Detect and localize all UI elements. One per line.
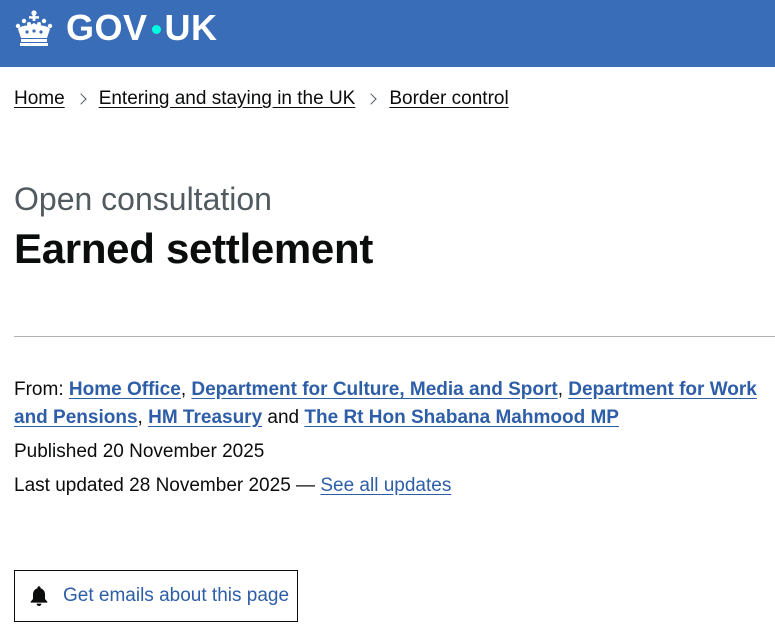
site-header: GOV UK [0,0,775,67]
org-link-hm-treasury[interactable]: HM Treasury [148,407,262,428]
published-label: Published [14,441,98,462]
govuk-logo-link[interactable]: GOV UK [14,8,218,48]
wordmark-uk: UK [164,7,218,48]
wordmark-gov: GOV [66,7,148,48]
get-emails-label: Get emails about this page [63,585,290,606]
breadcrumb-home[interactable]: Home [14,86,65,112]
separator-comma: , [557,379,563,400]
org-link-dcms[interactable]: Department for Culture, Media and Sport [191,379,557,400]
org-link-home-office[interactable]: Home Office [69,379,181,400]
chevron-right-icon [365,93,378,105]
govuk-wordmark: GOV UK [66,8,218,48]
section-divider [14,336,775,337]
see-all-updates-link[interactable]: See all updates [320,475,451,496]
breadcrumb: Home Entering and staying in the UK Bord… [14,86,509,112]
updated-date: 28 November 2025 [129,475,291,496]
bell-icon [30,586,48,606]
metadata: From: Home Office, Department for Cultur… [14,376,769,506]
updated-label: Last updated [14,475,124,496]
from-label: From: [14,379,64,400]
chevron-right-icon [75,93,87,105]
breadcrumb-entering-staying[interactable]: Entering and staying in the UK [99,86,356,112]
separator-comma: , [180,379,187,400]
wordmark-dot [151,24,161,34]
page-title: Earned settlement [14,225,374,272]
page-caption: Open consultation [14,181,272,217]
crown-icon [15,10,53,46]
updated-row: Last updated 28 November 2025 — See all … [14,472,769,500]
breadcrumb-border-control[interactable]: Border control [389,86,508,112]
org-link-shabana-mahmood[interactable]: The Rt Hon Shabana Mahmood MP [304,407,619,428]
from-row: From: Home Office, Department for Cultur… [14,376,769,432]
separator-and: and [267,407,300,428]
updated-dash: — [296,475,316,496]
separator-comma: , [137,407,143,428]
published-date: 20 November 2025 [102,441,265,462]
published-row: Published 20 November 2025 [14,438,769,466]
get-emails-button[interactable]: Get emails about this page [14,570,298,622]
